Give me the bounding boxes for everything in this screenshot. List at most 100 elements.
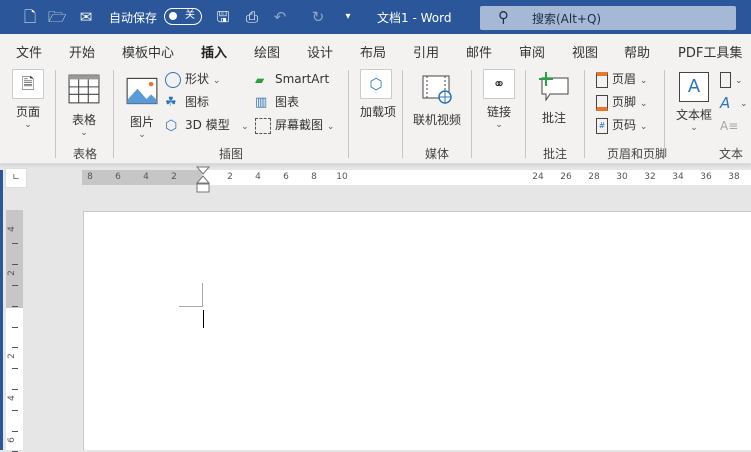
tab-references[interactable]: 引用 — [413, 42, 439, 61]
comment-button[interactable]: 批注 — [538, 72, 570, 126]
drop-cap-button[interactable]: A≡ — [720, 115, 740, 135]
ruler-label: 36 — [700, 172, 712, 182]
smartart-button[interactable]: ▰ SmartArt — [255, 69, 329, 89]
table-icon — [68, 74, 100, 104]
tab-file[interactable]: 文件 — [16, 42, 42, 61]
3d-models-button[interactable]: ⬡ 3D 模型 ⌄ — [165, 115, 249, 135]
footer-button[interactable]: 页脚 ⌄ — [596, 92, 647, 112]
group-comments-label: 批注 — [542, 147, 568, 161]
ruler-label: 6 — [283, 172, 289, 182]
textbox-label: 文本框 — [675, 108, 712, 122]
vertical-ruler[interactable]: 4 2 2 4 6 — [6, 210, 23, 452]
shapes-button[interactable]: 形状 ⌄ — [165, 69, 220, 89]
ruler-label: 8 — [87, 172, 93, 182]
redo-icon[interactable]: ↻ — [310, 8, 326, 26]
email-icon[interactable]: ✉ — [78, 8, 94, 26]
smartart-icon: ▰ — [255, 72, 265, 87]
indent-marker[interactable] — [196, 166, 210, 194]
page-number-icon: # — [596, 117, 608, 134]
addins-label: 加载项 — [360, 105, 397, 119]
wordart-button[interactable]: A ⌄ — [720, 92, 748, 112]
tab-pdf-tools[interactable]: PDF工具集 — [678, 42, 742, 61]
tab-selector-button[interactable]: ∟ — [5, 168, 27, 188]
screenshot-label: 屏幕截图 — [275, 118, 324, 132]
tab-review[interactable]: 审阅 — [519, 42, 545, 61]
addins-button[interactable]: ⬡ 加载项 — [360, 69, 397, 120]
ruler-label: 28 — [588, 172, 600, 182]
chart-icon: ▥ — [255, 94, 268, 110]
tab-mailings[interactable]: 邮件 — [466, 42, 492, 61]
autosave-label: 自动保存 — [109, 11, 158, 25]
icons-label: 图标 — [185, 95, 210, 109]
print-preview-icon[interactable]: ⎙ — [244, 8, 260, 26]
icons-button[interactable]: ☘ 图标 — [165, 92, 209, 112]
online-video-icon — [422, 75, 452, 104]
textbox-icon: A — [679, 72, 709, 102]
chart-label: 图表 — [275, 95, 300, 109]
footer-label: 页脚 — [612, 95, 637, 109]
group-table-label: 表格 — [72, 147, 98, 161]
online-video-label: 联机视频 — [412, 113, 461, 127]
document-title: 文档1 - Word — [377, 11, 452, 25]
link-button[interactable]: ⚭ 链接 ⌄ — [483, 69, 515, 130]
textbox-button[interactable]: A 文本框 ⌄ — [674, 72, 714, 133]
tab-layout[interactable]: 布局 — [360, 42, 386, 61]
picture-icon — [126, 77, 158, 105]
ribbon: 🗎 页面 ⌄ 表格 ⌄ 表格 图片 ⌄ 形状 ⌄ ☘ 图标 ⬡ 3D 模型 ⌄ ▰ Smar… — [0, 64, 751, 164]
online-video-button[interactable]: 联机视频 — [412, 74, 462, 128]
search-box[interactable]: ⚲ 搜索(Alt+Q) — [480, 6, 736, 30]
window-border — [0, 170, 3, 450]
ruler-label: 4 — [143, 172, 149, 182]
undo-icon[interactable]: ↶ — [272, 8, 288, 26]
text-cursor — [203, 310, 204, 328]
tab-help[interactable]: 帮助 — [624, 42, 650, 61]
ruler-label: 6 — [115, 172, 121, 182]
ruler-label: 8 — [311, 172, 317, 182]
icons-icon: ☘ — [165, 94, 177, 110]
tab-draw[interactable]: 绘图 — [254, 42, 280, 61]
tab-template-center[interactable]: 模板中心 — [122, 42, 174, 61]
footer-icon — [596, 94, 608, 111]
screenshot-button[interactable]: 屏幕截图 ⌄ — [255, 115, 334, 135]
comment-icon — [539, 72, 569, 102]
header-icon — [596, 71, 608, 88]
new-document-icon[interactable]: 🗋 — [22, 8, 38, 26]
ruler-label: 38 — [728, 172, 740, 182]
autosave-toggle[interactable]: 关 — [164, 8, 202, 25]
group-media-label: 媒体 — [424, 147, 450, 161]
ruler-label: 2 — [6, 270, 17, 276]
shapes-icon — [165, 71, 181, 88]
cube-icon: ⬡ — [165, 117, 178, 134]
margin-corner-mark — [179, 283, 203, 307]
table-label: 表格 — [71, 113, 96, 127]
comment-label: 批注 — [541, 111, 566, 125]
tab-insert[interactable]: 插入 — [201, 42, 228, 67]
link-label: 链接 — [486, 105, 511, 119]
title-bar: 🗋 🗁 ✉ 自动保存 关 🖫 ⎙ ↶ ↻ ▾ 文档1 - Word ⚲ 搜索(A… — [0, 0, 751, 34]
ruler-label: 6 — [6, 437, 17, 443]
quick-parts-button[interactable]: ⌄ — [720, 69, 743, 89]
save-icon[interactable]: 🖫 — [215, 8, 231, 26]
pages-button[interactable]: 🗎 页面 ⌄ — [12, 69, 44, 130]
picture-button[interactable]: 图片 ⌄ — [126, 76, 158, 140]
document-page[interactable] — [83, 211, 751, 450]
ruler-label: 32 — [644, 172, 656, 182]
tab-view[interactable]: 视图 — [572, 42, 598, 61]
customize-toolbar-icon[interactable]: ▾ — [340, 8, 356, 26]
page-number-button[interactable]: # 页码 ⌄ — [596, 115, 647, 135]
open-folder-icon[interactable]: 🗁 — [48, 8, 67, 26]
group-text-label: 文本 — [718, 147, 744, 161]
ruler-label: 34 — [672, 172, 684, 182]
table-button[interactable]: 表格 ⌄ — [66, 74, 102, 138]
ruler-label: 24 — [532, 172, 544, 182]
chart-button[interactable]: ▥ 图表 — [255, 92, 299, 112]
ruler-label: 2 — [227, 172, 233, 182]
horizontal-ruler[interactable]: 8 6 4 2 2 4 6 8 10 24 26 28 30 32 34 36 … — [82, 170, 751, 185]
tab-design[interactable]: 设计 — [307, 42, 333, 61]
ruler-label: 10 — [336, 172, 348, 182]
tab-home[interactable]: 开始 — [69, 42, 95, 61]
header-button[interactable]: 页眉 ⌄ — [596, 69, 647, 89]
page-number-label: 页码 — [612, 118, 637, 132]
ruler-label: 26 — [560, 172, 572, 182]
drop-cap-icon: A≡ — [720, 118, 739, 133]
